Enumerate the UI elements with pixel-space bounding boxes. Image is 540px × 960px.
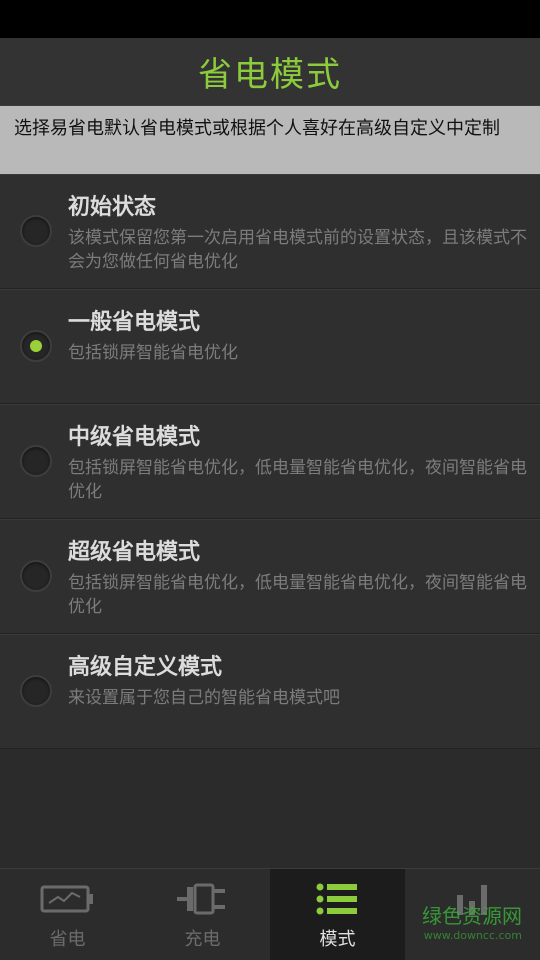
bottom-nav: 省电 充电 模式 绿色资源网 www.downcc.com: [0, 868, 540, 960]
title-bar: 省电模式: [0, 38, 540, 106]
list-icon: [316, 883, 357, 915]
mode-desc: 包括锁屏智能省电优化: [68, 343, 238, 363]
status-bar: [0, 0, 540, 38]
mode-desc: 来设置属于您自己的智能省电模式吧: [68, 688, 340, 708]
mode-list: 初始状态 该模式保留您第一次启用省电模式前的设置状态，且该模式不会为您做任何省电…: [0, 174, 540, 749]
radio-button-checked[interactable]: [20, 330, 52, 362]
battery-icon: [40, 885, 93, 913]
nav-label: 模式: [319, 929, 356, 950]
mode-item-medium[interactable]: 中级省电模式 包括锁屏智能省电优化，低电量智能省电优化，夜间智能省电优化: [0, 404, 540, 519]
mode-item-initial[interactable]: 初始状态 该模式保留您第一次启用省电模式前的设置状态，且该模式不会为您做任何省电…: [0, 174, 540, 289]
radio-button[interactable]: [20, 675, 52, 707]
mode-desc: 包括锁屏智能省电优化，低电量智能省电优化，夜间智能省电优化: [68, 573, 527, 617]
nav-item-save-power[interactable]: 省电: [0, 869, 135, 960]
watermark: 绿色资源网 www.downcc.com: [422, 906, 522, 946]
page-title: 省电模式: [198, 55, 342, 95]
mode-title: 一般省电模式: [68, 310, 201, 335]
mode-title: 初始状态: [68, 195, 157, 220]
radio-button[interactable]: [20, 445, 52, 477]
radio-button[interactable]: [20, 215, 52, 247]
watermark-url: www.downcc.com: [423, 929, 522, 942]
mode-item-super[interactable]: 超级省电模式 包括锁屏智能省电优化，低电量智能省电优化，夜间智能省电优化: [0, 519, 540, 634]
nav-label: 省电: [49, 929, 86, 950]
mode-desc: 该模式保留您第一次启用省电模式前的设置状态，且该模式不会为您做任何省电优化: [68, 228, 527, 272]
mode-title: 中级省电模式: [68, 425, 201, 450]
mode-item-normal[interactable]: 一般省电模式 包括锁屏智能省电优化: [0, 289, 540, 404]
mode-title: 高级自定义模式: [68, 655, 223, 680]
nav-item-charge[interactable]: 充电: [135, 869, 270, 960]
mode-title: 超级省电模式: [68, 540, 201, 565]
plug-icon: [176, 883, 225, 915]
mode-item-custom[interactable]: 高级自定义模式 来设置属于您自己的智能省电模式吧: [0, 634, 540, 749]
radio-button[interactable]: [20, 560, 52, 592]
watermark-text: 绿色资源网: [422, 904, 522, 928]
mode-desc: 包括锁屏智能省电优化，低电量智能省电优化，夜间智能省电优化: [68, 458, 527, 502]
notice-banner: 选择易省电默认省电模式或根据个人喜好在高级自定义中定制: [0, 106, 540, 174]
nav-label: 充电: [184, 929, 221, 950]
nav-item-mode[interactable]: 模式: [270, 869, 405, 960]
